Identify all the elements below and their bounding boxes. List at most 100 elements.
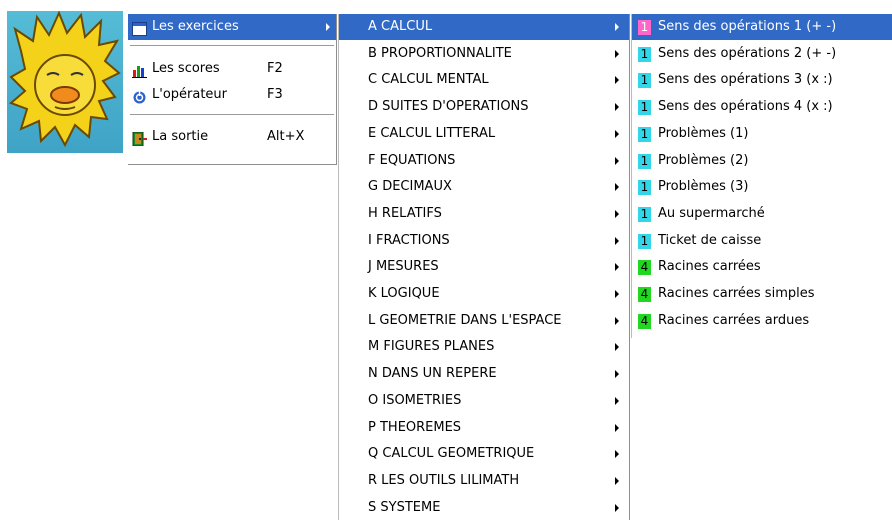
menu-item-label: La sortie [152,129,209,144]
chapter-label: R LES OUTILS LILIMATH [368,472,520,488]
exercise-item[interactable]: 1 Au supermarché [632,201,892,227]
chapter-item[interactable]: K LOGIQUE [339,281,629,307]
chapter-submenu: A CALCUL B PROPORTIONNALITE C CALCUL MENTA… [338,14,630,520]
menu-item-operateur[interactable]: L'opérateur F3 [128,82,336,108]
exercise-label: Problèmes (2) [658,152,749,168]
level-badge: 1 [638,100,651,116]
menu-item-les-scores[interactable]: Les scores F2 [128,56,336,82]
exercise-item[interactable]: 1 Problèmes (2) [632,148,892,174]
chapter-item[interactable]: P THEOREMES [339,415,629,441]
app-logo-mascot [7,11,123,153]
chapter-label: D SUITES D'OPERATIONS [368,99,529,115]
submenu-arrow-icon [615,503,619,512]
mascot-icon [9,11,121,148]
exit-door-icon [132,130,147,147]
chapter-item[interactable]: G DECIMAUX [339,174,629,200]
exercise-label: Au supermarché [658,205,765,221]
chapter-label: K LOGIQUE [368,286,440,301]
shortcut-label: F2 [267,61,283,76]
level-badge: 4 [638,313,651,329]
chapter-label: F EQUATIONS [368,152,456,168]
exercise-submenu: 1 Sens des opérations 1 (+ -) 1 Sens des op… [631,14,892,338]
chapter-item[interactable]: C CALCUL MENTAL [339,67,629,93]
chapter-item[interactable]: I FRACTIONS [339,228,629,254]
exercise-item[interactable]: 1 Problèmes (3) [632,174,892,200]
chapter-label: B PROPORTIONNALITE [368,45,512,61]
submenu-arrow-icon [615,396,619,405]
submenu-arrow-icon [615,49,619,58]
chapter-item[interactable]: B PROPORTIONNALITE [339,41,629,67]
menu-item-les-exercices[interactable]: Les exercices [128,14,336,40]
level-badge: 4 [638,287,651,302]
chapter-label: M FIGURES PLANES [368,339,495,355]
level-badge: 1 [638,233,651,249]
exercise-label: Sens des opérations 3 (x :) [658,72,833,88]
exercise-label: Racines carrées [658,259,761,275]
submenu-arrow-icon [615,290,619,298]
chapter-label: I FRACTIONS [368,232,450,248]
chapter-item[interactable]: F EQUATIONS [339,148,629,174]
chapter-item[interactable]: O ISOMETRIES [339,388,629,414]
submenu-arrow-icon [326,23,330,31]
power-icon [132,88,147,104]
exercise-label: Sens des opérations 1 (+ -) [658,19,837,34]
exercise-item[interactable]: 4 Racines carrées [632,254,892,280]
chapter-item[interactable]: R LES OUTILS LILIMATH [339,468,629,494]
exercise-item[interactable]: 1 Sens des opérations 3 (x :) [632,67,892,93]
exercise-label: Problèmes (3) [658,179,749,195]
chapter-item[interactable]: J MESURES [339,254,629,280]
chapter-label: J MESURES [368,259,439,275]
chapter-item[interactable]: E CALCUL LITTERAL [339,121,629,147]
submenu-arrow-icon [615,76,619,85]
chapter-item[interactable]: L GEOMETRIE DANS L'ESPACE [339,308,629,334]
chapter-item[interactable]: Q CALCUL GEOMETRIQUE [339,441,629,467]
exercise-item[interactable]: 1 Sens des opérations 1 (+ -) [632,14,892,40]
menu-separator [130,114,334,116]
level-badge: 1 [638,153,651,169]
submenu-arrow-icon [615,450,619,459]
chapter-item[interactable]: H RELATIFS [339,201,629,227]
level-badge: 1 [638,46,651,62]
chapter-item[interactable]: D SUITES D'OPERATIONS [339,94,629,120]
chapter-item[interactable]: A CALCUL [339,14,629,40]
chapter-label: N DANS UN REPERE [368,366,497,382]
exercise-item[interactable]: 1 Problèmes (1) [632,121,892,147]
submenu-arrow-icon [615,343,619,352]
submenu-arrow-icon [615,209,619,218]
menu-item-label: Les scores [152,61,220,76]
shortcut-label: F3 [267,87,283,102]
exercise-item[interactable]: 1 Ticket de caisse [632,228,892,254]
menu-item-label: Les exercices [152,19,239,34]
shortcut-label: Alt+X [267,129,305,144]
submenu-arrow-icon [615,316,619,325]
level-badge: 4 [638,260,651,276]
submenu-arrow-icon [615,263,619,272]
submenu-arrow-icon [615,183,619,192]
exercise-label: Ticket de caisse [658,232,762,248]
chapter-label: P THEOREMES [368,419,462,435]
level-badge: 1 [638,180,651,196]
submenu-arrow-icon [615,423,619,432]
exercise-item[interactable]: 1 Sens des opérations 4 (x :) [632,94,892,120]
exercise-item[interactable]: 4 Racines carrées ardues [632,308,892,334]
menu-item-la-sortie[interactable]: La sortie Alt+X [128,124,336,150]
exercise-item[interactable]: 4 Racines carrées simples [632,281,892,307]
exercise-item[interactable]: 1 Sens des opérations 2 (+ -) [632,41,892,67]
chapter-label: S SYSTEME [368,499,441,515]
submenu-arrow-icon [615,23,619,31]
chapter-item[interactable]: N DANS UN REPERE [339,361,629,387]
bar-chart-icon [132,62,147,78]
exercise-label: Racines carrées ardues [658,312,810,328]
submenu-arrow-icon [615,476,619,485]
chapter-label: C CALCUL MENTAL [368,72,489,88]
window-icon [132,20,147,36]
chapter-item[interactable]: S SYSTEME [339,495,629,521]
chapter-label: E CALCUL LITTERAL [368,125,496,141]
chapter-label: Q CALCUL GEOMETRIQUE [368,446,535,462]
submenu-arrow-icon [615,236,619,245]
level-badge: 1 [638,20,651,35]
level-badge: 1 [638,73,651,89]
exercise-label: Sens des opérations 4 (x :) [658,99,833,115]
submenu-arrow-icon [615,129,619,138]
chapter-item[interactable]: M FIGURES PLANES [339,334,629,360]
